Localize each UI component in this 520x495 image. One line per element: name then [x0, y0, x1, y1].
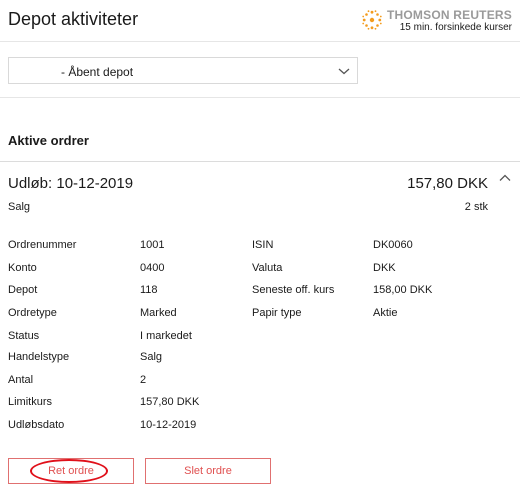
detail-value: Aktie — [373, 307, 398, 319]
delay-note: 15 min. forsinkede kurser — [399, 22, 512, 33]
depot-select[interactable]: - Åbent depot — [8, 57, 358, 84]
page-header: Depot aktiviteter THOMSON REUTERS 15 min… — [0, 0, 520, 42]
detail-label: Valuta — [252, 262, 283, 274]
detail-value: DKK — [373, 262, 396, 274]
detail-label: Seneste off. kurs — [252, 284, 335, 296]
detail-label: Status — [8, 330, 40, 342]
detail-value: 2 — [140, 374, 147, 386]
detail-label: Handelstype — [8, 351, 70, 363]
chevron-up-icon[interactable] — [498, 172, 512, 184]
order-quantity: 2 stk — [464, 201, 488, 213]
provider-brand: THOMSON REUTERS — [386, 8, 512, 22]
detail-value: I markedet — [140, 330, 192, 342]
section-title: Aktive ordrer — [8, 133, 89, 148]
detail-value: DK0060 — [373, 239, 413, 251]
page-title: Depot aktiviteter — [8, 9, 139, 29]
order-expiry: Udløb: 10-12-2019 — [8, 175, 134, 192]
detail-value: Salg — [140, 351, 163, 363]
detail-value: 158,00 DKK — [373, 284, 433, 296]
thomson-reuters-logo: THOMSON REUTERS 15 min. forsinkede kurse… — [361, 9, 512, 35]
detail-label: Konto — [8, 262, 37, 274]
delete-order-button[interactable]: Slet ordre — [145, 458, 271, 484]
divider — [0, 161, 520, 162]
detail-value: 118 — [140, 284, 158, 296]
detail-label: Limitkurs — [8, 396, 53, 408]
chevron-down-icon — [338, 68, 350, 75]
thomson-reuters-mark-icon — [362, 10, 382, 30]
detail-label: Ordrenummer — [8, 239, 77, 251]
detail-value: 157,80 DKK — [140, 396, 200, 408]
detail-value: 1001 — [140, 239, 165, 251]
detail-label: Ordretype — [8, 307, 57, 319]
divider — [0, 97, 520, 98]
order-amount: 157,80 DKK — [407, 175, 488, 192]
detail-label: Depot — [8, 284, 38, 296]
detail-value: Marked — [140, 307, 177, 319]
detail-label: Antal — [8, 374, 34, 386]
detail-label: Udløbsdato — [8, 419, 65, 431]
edit-order-button[interactable]: Ret ordre — [8, 458, 134, 484]
detail-label: ISIN — [252, 239, 274, 251]
detail-value: 10-12-2019 — [140, 419, 197, 431]
detail-value: 0400 — [140, 262, 165, 274]
order-side: Salg — [8, 201, 31, 213]
depot-select-value: - Åbent depot — [61, 65, 134, 79]
detail-label: Papir type — [252, 307, 302, 319]
